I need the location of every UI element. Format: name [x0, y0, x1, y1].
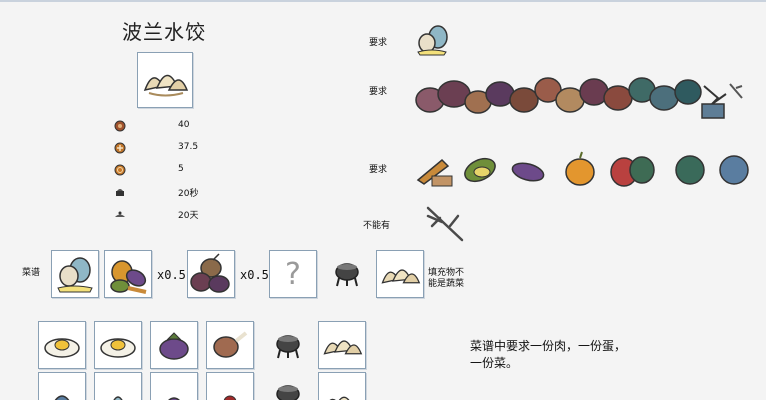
recipe-note: 填充物不能是蔬菜: [428, 268, 465, 289]
health-value: 37.5: [178, 142, 199, 152]
multiplier-a: x0.5: [157, 268, 186, 282]
vegetables-icon: [110, 260, 147, 294]
fried-egg-icon: [100, 338, 136, 358]
twigs-icon: [426, 206, 464, 242]
page-title: 波兰水饺: [122, 20, 206, 44]
example-slot-egg-2[interactable]: [94, 321, 142, 369]
description-line-2: 一份菜。: [470, 356, 519, 370]
example-slot-egg-3[interactable]: [94, 372, 142, 400]
cook-time-icon: [116, 189, 124, 196]
eggplant-icon: [168, 397, 180, 400]
recipe-slot-vegetables[interactable]: [104, 250, 152, 298]
window-top-border: [0, 0, 766, 2]
dish-image-slot[interactable]: [137, 52, 193, 108]
recipe-slot-egg[interactable]: [51, 250, 99, 298]
example-slot-egg-1[interactable]: [38, 321, 86, 369]
egg-icon: [113, 396, 123, 400]
requirement-label-veg: 要求: [369, 165, 388, 175]
example-result-slot-2[interactable]: [318, 372, 366, 400]
spoil-time-icon: [115, 211, 125, 217]
requirement-label-egg: 要求: [369, 38, 388, 48]
recipe-slot-meats[interactable]: [187, 250, 235, 298]
requirement-label-meat: 要求: [369, 87, 388, 97]
crock-pot-icon: [276, 335, 300, 359]
example-slot-eggplant[interactable]: [150, 321, 198, 369]
egg-icon: [417, 25, 448, 56]
pierogi-icon: [143, 74, 189, 97]
sanity-icon: [114, 164, 126, 176]
example-slot-drumstick[interactable]: [206, 321, 254, 369]
tallbird-egg-icon: [54, 395, 70, 400]
meats-icon: [190, 253, 230, 293]
pierogi-icon: [381, 269, 421, 284]
cook-time-value: 20秒: [178, 189, 199, 199]
pierogi-icon: [329, 396, 350, 400]
description-line-1: 菜谱中要求一份肉，一份蛋，: [470, 339, 627, 353]
egg-icon: [57, 257, 93, 293]
berry-icon: [223, 395, 237, 400]
multiplier-b: x0.5: [240, 268, 269, 282]
fried-egg-icon: [44, 338, 80, 358]
health-icon: [114, 142, 126, 154]
example-slot-eggplant-2[interactable]: [150, 372, 198, 400]
eggplant-icon: [159, 332, 189, 360]
drumstick-icon: [213, 331, 248, 358]
meat-items-icon: [415, 77, 743, 119]
spoil-time-value: 20天: [178, 211, 199, 221]
vegetable-items-icon: [416, 151, 749, 187]
recipe-slot-unknown[interactable]: ?: [269, 250, 317, 298]
recipe-description: 菜谱中要求一份肉，一份蛋， 一份菜。: [470, 338, 626, 372]
example-result-slot-1[interactable]: [318, 321, 366, 369]
recipe-result-slot[interactable]: [376, 250, 424, 298]
hunger-icon: [114, 120, 126, 132]
sanity-value: 5: [178, 164, 184, 174]
recipe-label: 菜谱: [22, 268, 41, 278]
hunger-value: 40: [178, 120, 190, 130]
crock-pot-icon: [335, 263, 359, 287]
example-slot-berry[interactable]: [206, 372, 254, 400]
pierogi-icon: [323, 340, 363, 355]
requirement-label-forbidden: 不能有: [363, 221, 391, 231]
crock-pot-icon: [276, 385, 300, 400]
example-slot-tallbird-egg[interactable]: [38, 372, 86, 400]
